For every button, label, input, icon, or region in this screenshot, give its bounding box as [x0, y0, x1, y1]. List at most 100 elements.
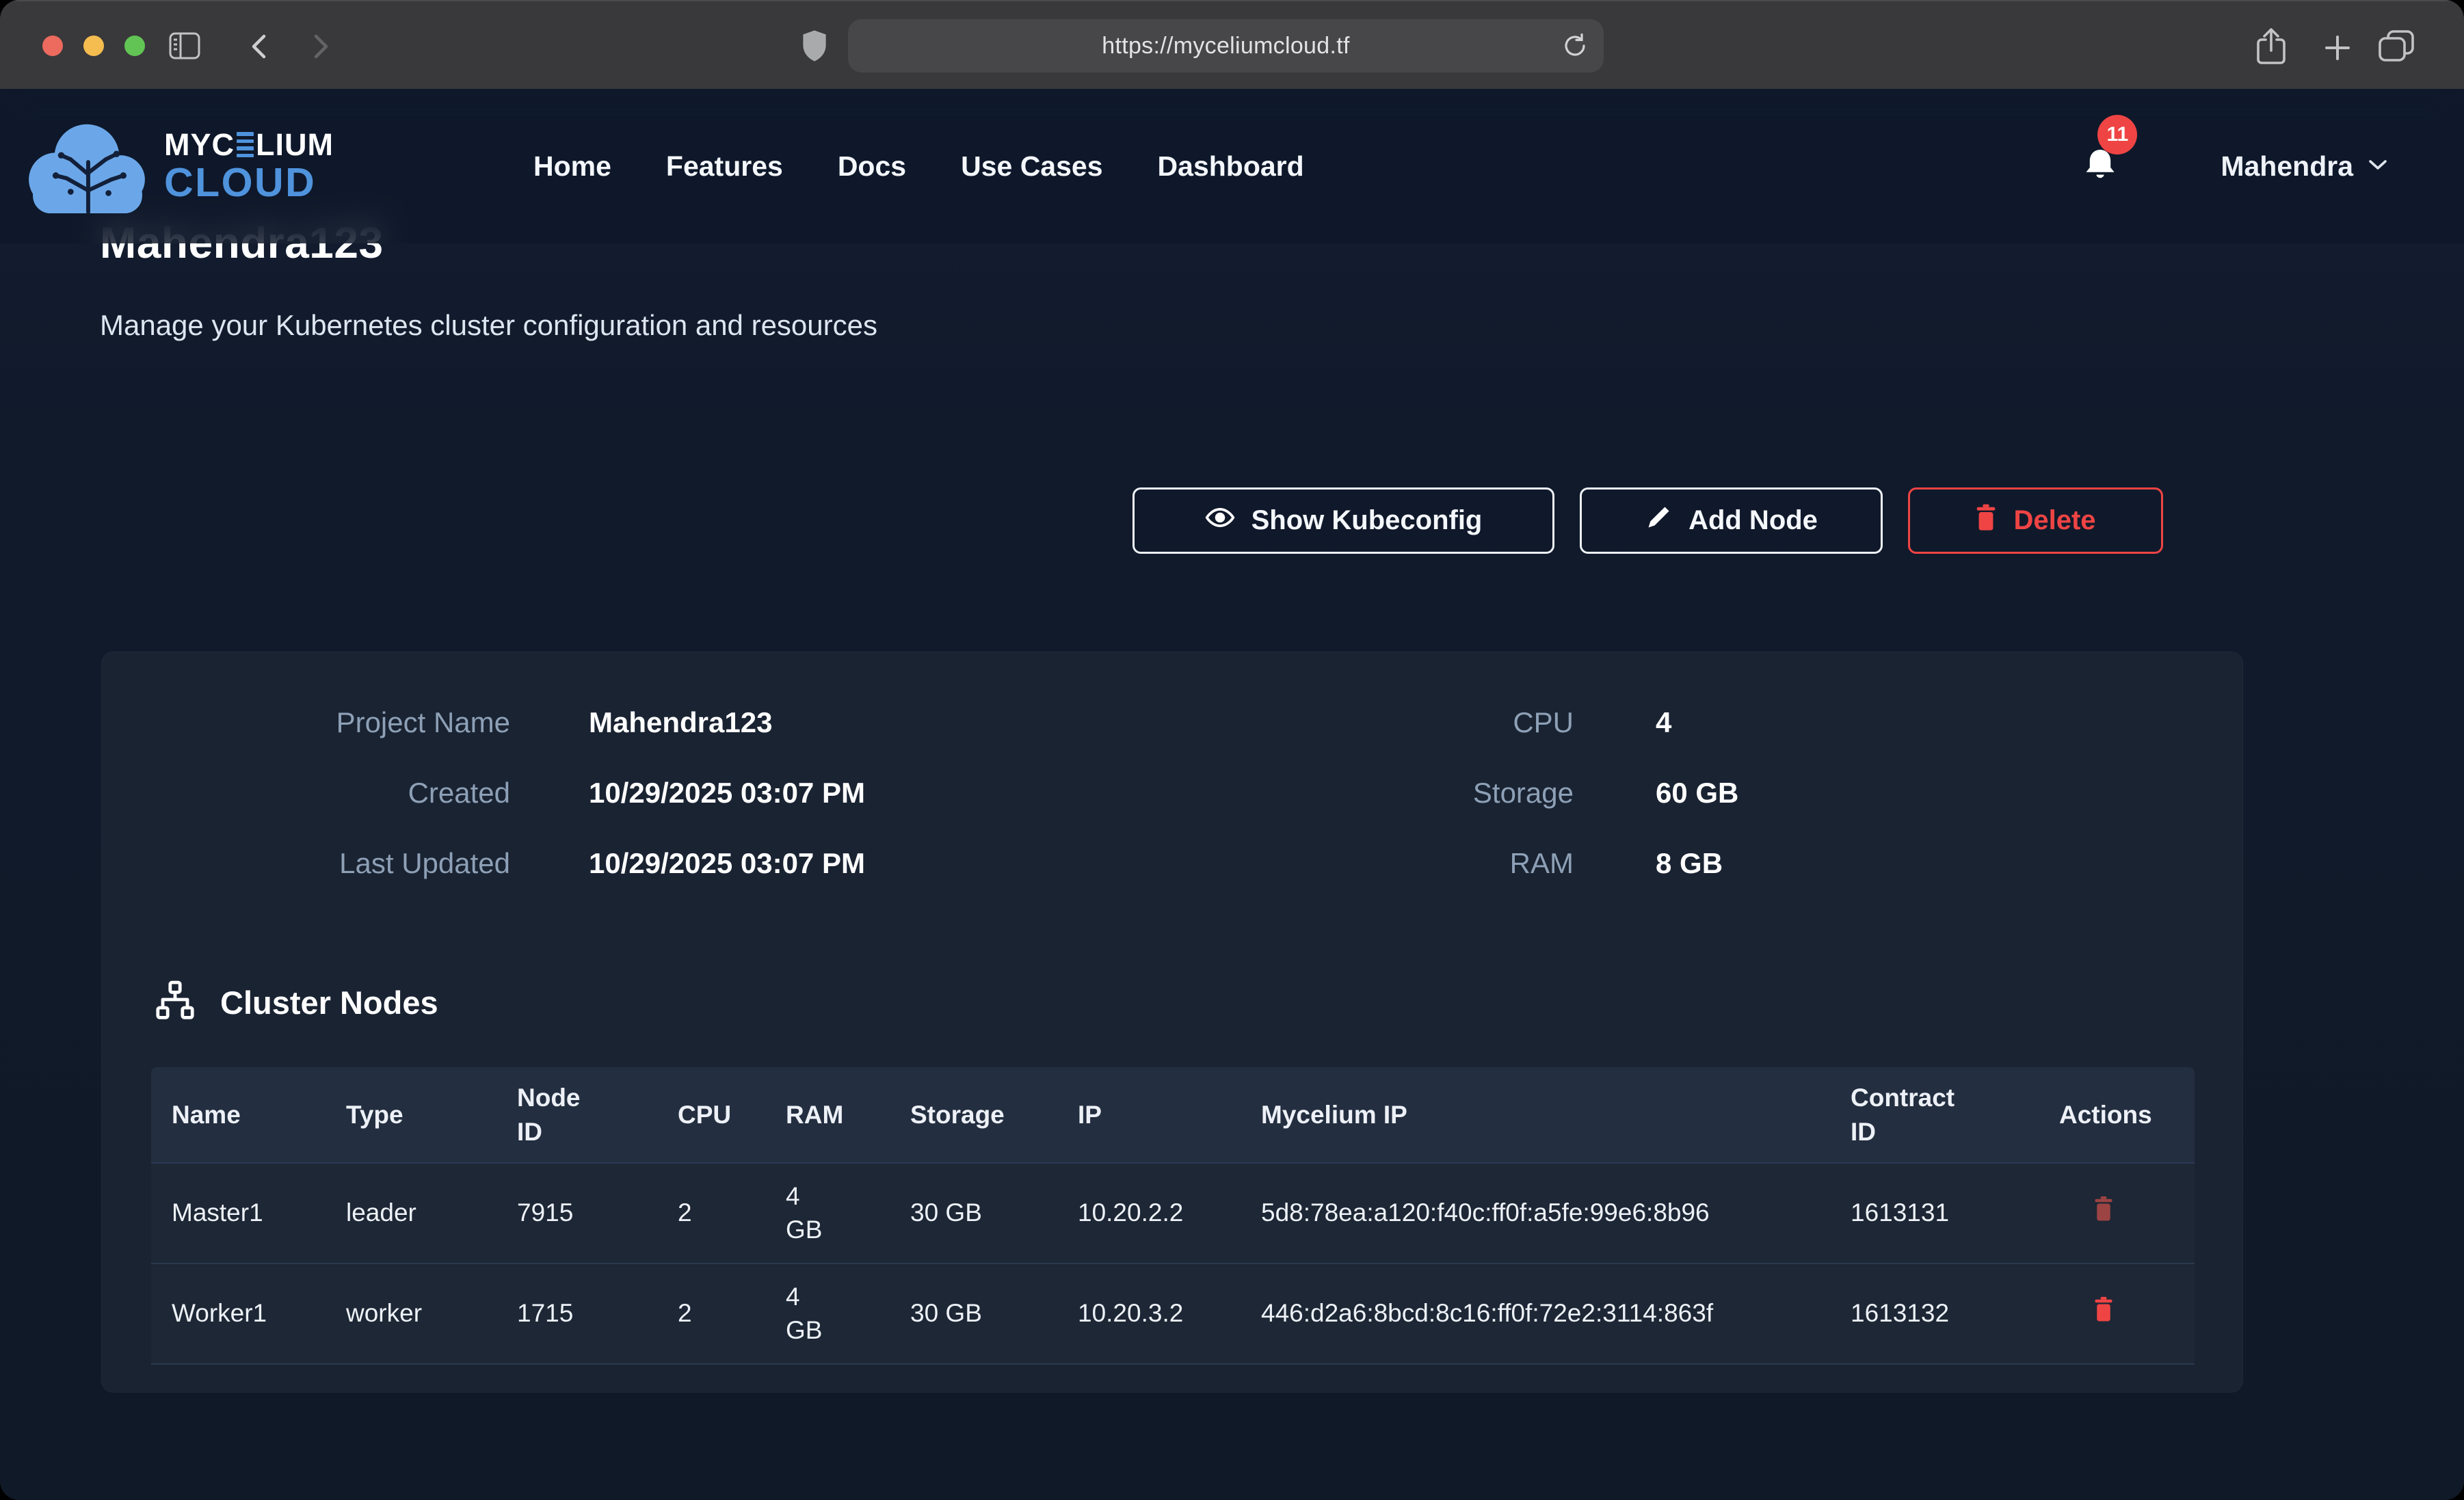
notifications-button[interactable]: 11	[2081, 144, 2119, 189]
browser-chrome: https://myceliumcloud.tf	[0, 0, 2464, 89]
col-ip: IP	[1057, 1067, 1241, 1163]
share-icon[interactable]	[2255, 27, 2287, 66]
cell-ram: 4 GB	[765, 1263, 890, 1364]
cell-type: worker	[326, 1263, 496, 1364]
show-kubeconfig-label: Show Kubeconfig	[1251, 505, 1483, 536]
close-window-button[interactable]	[42, 36, 63, 56]
trash-icon	[1975, 504, 1997, 538]
network-nodes-icon	[153, 979, 197, 1026]
col-name: Name	[151, 1067, 326, 1163]
cluster-nodes-table: Name Type Node ID CPU RAM Storage IP Myc…	[151, 1067, 2195, 1365]
chevron-down-icon	[2368, 159, 2387, 174]
col-storage: Storage	[890, 1067, 1057, 1163]
browser-window: https://myceliumcloud.tf Mahendra12	[0, 0, 2464, 1500]
cell-node-id: 1715	[496, 1263, 657, 1364]
nav-item-home[interactable]: Home	[533, 150, 611, 183]
delete-node-button[interactable]	[2093, 1196, 2114, 1222]
table-row: Master1 leader 7915 2 4 GB 30 GB 10.20.2…	[151, 1163, 2195, 1263]
col-type: Type	[326, 1067, 496, 1163]
col-mycelium-ip: Mycelium IP	[1241, 1067, 1830, 1163]
brand-myc: MYC	[164, 129, 235, 160]
tab-overview-icon[interactable]	[2379, 30, 2414, 63]
cell-cpu: 2	[657, 1263, 765, 1364]
cluster-nodes-header: Cluster Nodes	[153, 979, 438, 1026]
cell-name: Master1	[151, 1163, 326, 1263]
delete-node-button[interactable]	[2093, 1296, 2114, 1322]
cluster-actions: Show Kubeconfig Add Node Delete	[1132, 487, 2163, 554]
cell-contract-id: 1613132	[1830, 1263, 2039, 1364]
created-label: Created	[204, 777, 510, 809]
brand-lium: LIUM	[256, 129, 334, 160]
user-name: Mahendra	[2221, 150, 2353, 183]
cluster-nodes-title: Cluster Nodes	[220, 984, 438, 1021]
sidebar-toggle-icon[interactable]	[169, 32, 200, 59]
storage-value: 60 GB	[1656, 777, 1738, 809]
cluster-details-panel: Project Name Mahendra123 Created 10/29/2…	[101, 652, 2243, 1393]
back-icon[interactable]	[248, 34, 271, 59]
privacy-shield-icon[interactable]	[802, 29, 827, 63]
cpu-value: 4	[1656, 706, 1738, 739]
pencil-icon	[1645, 504, 1672, 538]
details-left: Project Name Mahendra123 Created 10/29/2…	[204, 706, 865, 881]
cloud-logo-icon	[19, 113, 155, 219]
col-ram: RAM	[765, 1067, 890, 1163]
address-bar[interactable]: https://myceliumcloud.tf	[848, 19, 1604, 72]
eye-icon	[1205, 503, 1235, 539]
cell-storage: 30 GB	[890, 1163, 1057, 1263]
col-node-id: Node ID	[496, 1067, 657, 1163]
nav-links: Home Features Docs Use Cases Dashboard	[533, 150, 1304, 183]
nav-item-features[interactable]: Features	[666, 150, 783, 183]
cell-cpu: 2	[657, 1163, 765, 1263]
nav-item-docs[interactable]: Docs	[838, 150, 906, 183]
cell-actions	[2039, 1263, 2195, 1364]
minimize-window-button[interactable]	[83, 36, 104, 56]
project-name-label: Project Name	[204, 706, 510, 739]
nav-item-dashboard[interactable]: Dashboard	[1158, 150, 1304, 183]
details-right: CPU 4 Storage 60 GB RAM 8 GB	[1264, 706, 1738, 881]
ram-label: RAM	[1264, 847, 1574, 880]
cell-mycelium-ip: 446:d2a6:8bcd:8c16:ff0f:72e2:3114:863f	[1241, 1263, 1830, 1364]
cell-type: leader	[326, 1163, 496, 1263]
cell-storage: 30 GB	[890, 1263, 1057, 1364]
brand-e-bars	[237, 132, 254, 157]
storage-label: Storage	[1264, 777, 1574, 809]
nav-item-use-cases[interactable]: Use Cases	[961, 150, 1102, 183]
last-updated-value: 10/29/2025 03:07 PM	[589, 847, 865, 880]
cell-actions	[2039, 1163, 2195, 1263]
show-kubeconfig-button[interactable]: Show Kubeconfig	[1132, 487, 1554, 554]
project-name-value: Mahendra123	[589, 706, 865, 739]
delete-cluster-button[interactable]: Delete	[1908, 487, 2163, 554]
cell-ip: 10.20.2.2	[1057, 1163, 1241, 1263]
last-updated-label: Last Updated	[204, 847, 510, 880]
col-cpu: CPU	[657, 1067, 765, 1163]
add-node-label: Add Node	[1688, 505, 1818, 536]
cell-ip: 10.20.3.2	[1057, 1263, 1241, 1364]
brand-logo[interactable]: MYC LIUM CLOUD	[19, 113, 334, 219]
cell-name: Worker1	[151, 1263, 326, 1364]
page-subtitle: Manage your Kubernetes cluster configura…	[100, 309, 877, 342]
page-content: Mahendra123 Manage your Kubernetes clust…	[0, 89, 2464, 1500]
new-tab-icon[interactable]	[2324, 34, 2351, 62]
forward-icon[interactable]	[309, 34, 332, 59]
cell-mycelium-ip: 5d8:78ea:a120:f40c:ff0f:a5fe:99e6:8b96	[1241, 1163, 1830, 1263]
url-text: https://myceliumcloud.tf	[1102, 33, 1349, 59]
cell-contract-id: 1613131	[1830, 1163, 2039, 1263]
brand-cloud: CLOUD	[164, 163, 334, 203]
brand-text: MYC LIUM CLOUD	[164, 129, 334, 203]
ram-value: 8 GB	[1656, 847, 1738, 880]
navbar: MYC LIUM CLOUD Home Features Docs Use Cas…	[0, 89, 2464, 243]
col-actions: Actions	[2039, 1067, 2195, 1163]
cpu-label: CPU	[1264, 706, 1574, 739]
add-node-button[interactable]: Add Node	[1580, 487, 1883, 554]
cell-ram: 4 GB	[765, 1163, 890, 1263]
notification-badge: 11	[2097, 115, 2137, 155]
zoom-window-button[interactable]	[124, 36, 145, 56]
user-menu[interactable]: Mahendra	[2221, 150, 2387, 183]
bell-icon	[2081, 177, 2119, 189]
table-row: Worker1 worker 1715 2 4 GB 30 GB 10.20.3…	[151, 1263, 2195, 1364]
reload-icon[interactable]	[1561, 32, 1589, 59]
table-header-row: Name Type Node ID CPU RAM Storage IP Myc…	[151, 1067, 2195, 1163]
col-contract-id: Contract ID	[1830, 1067, 2039, 1163]
cell-node-id: 7915	[496, 1163, 657, 1263]
delete-label: Delete	[2013, 505, 2095, 536]
